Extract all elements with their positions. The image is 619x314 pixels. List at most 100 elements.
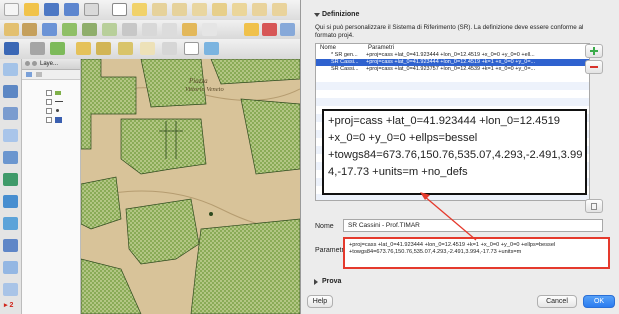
callout-line: +proj=cass +lat_0=41.923444 +lon_0=12.45… xyxy=(328,115,561,127)
crs-row[interactable]: SR Cassi... +proj=cass +lat_0=41.923757 … xyxy=(316,66,589,73)
params-label: Parametri xyxy=(315,247,346,254)
crs-row-params: +proj=cass +lat_0=41.923444 +lon_0=12.45… xyxy=(366,59,536,65)
add-wcs-layer-icon[interactable] xyxy=(3,195,18,208)
callout-line: +towgs84=673.76,150.76,535.07,4.293,-2.4… xyxy=(328,149,583,161)
collapse-triangle-icon[interactable] xyxy=(314,13,320,17)
layer-symbol-icon xyxy=(56,109,59,112)
node-tool-icon[interactable] xyxy=(82,23,97,36)
save-project-icon[interactable] xyxy=(44,3,59,16)
definition-description: Qui si può personalizzare il Sistema di … xyxy=(315,24,584,39)
layer-visibility-checkbox[interactable] xyxy=(46,108,52,114)
save-as-icon[interactable] xyxy=(64,3,79,16)
open-project-icon[interactable] xyxy=(24,3,39,16)
layer-item-1[interactable] xyxy=(42,90,78,98)
map-canvas[interactable]: Piazza Vittorio Veneto xyxy=(81,59,300,314)
crs-row-params: +proj=cass +lat_0=41.923444 +lon_0=12.45… xyxy=(366,52,535,58)
copy-features-icon[interactable] xyxy=(162,23,177,36)
callout-line: +x_0=0 +y_0=0 +ellps=bessel xyxy=(328,132,478,144)
main-toolbar-row-1 xyxy=(0,0,300,21)
add-vector-layer-icon[interactable] xyxy=(3,63,18,76)
new-temporary-layer-icon[interactable] xyxy=(3,283,18,296)
float-panel-icon[interactable] xyxy=(32,61,37,66)
layer-visibility-checkbox[interactable] xyxy=(46,90,52,96)
undo-icon[interactable] xyxy=(202,23,217,36)
zoom-last-icon[interactable] xyxy=(252,3,267,16)
zoom-full-icon[interactable] xyxy=(212,3,227,16)
layer-symbol-icon xyxy=(55,101,63,102)
measure-icon[interactable] xyxy=(162,42,177,55)
expand-triangle-icon[interactable] xyxy=(314,279,318,285)
save-edits-icon[interactable] xyxy=(42,23,57,36)
attribute-table-icon[interactable] xyxy=(118,42,133,55)
crs-row-name: SR Cassi... xyxy=(331,59,359,65)
name-field-value: SR Cassini - Prof.TIMAR xyxy=(348,222,420,229)
crs-row-selected[interactable]: SR Cassi... +proj=cass +lat_0=41.923444 … xyxy=(316,59,589,66)
name-label: Nome xyxy=(315,223,334,230)
label-pin-icon[interactable] xyxy=(262,23,277,36)
move-feature-icon[interactable] xyxy=(102,23,117,36)
callout-line: 4,-17.73 +units=m +no_defs xyxy=(328,166,468,178)
layer-manage-icon[interactable] xyxy=(4,42,19,55)
layer-visibility-checkbox[interactable] xyxy=(46,99,52,105)
name-field[interactable]: SR Cassini - Prof.TIMAR xyxy=(343,219,603,232)
add-wms-layer-icon[interactable] xyxy=(3,173,18,186)
zoom-out-icon[interactable] xyxy=(172,3,187,16)
label-tool-icon[interactable] xyxy=(244,23,259,36)
cut-features-icon[interactable] xyxy=(142,23,157,36)
print-composer-icon[interactable] xyxy=(84,3,99,16)
select-by-value-icon[interactable] xyxy=(96,42,111,55)
layers-panel-header: Laye... xyxy=(22,59,80,70)
delete-selected-icon[interactable] xyxy=(122,23,137,36)
cancel-button[interactable]: Cancel xyxy=(537,295,577,308)
add-raster-layer-icon[interactable] xyxy=(3,85,18,98)
new-shapefile-icon[interactable] xyxy=(3,261,18,274)
remove-crs-icon xyxy=(590,66,598,68)
layer-toolbar-vertical: ▸ 2 xyxy=(0,59,22,314)
crs-row[interactable]: * SR gen... +proj=cass +lat_0=41.923444 … xyxy=(316,52,589,59)
params-field[interactable]: +proj=cass +lat_0=41.923444 +lon_0=12.45… xyxy=(343,237,610,269)
field-calculator-icon[interactable] xyxy=(140,42,155,55)
remove-crs-button[interactable] xyxy=(585,60,603,74)
add-crs-button[interactable] xyxy=(585,44,603,58)
layer-item-4[interactable] xyxy=(42,117,78,125)
pan-to-selection-icon[interactable] xyxy=(132,3,147,16)
bookmark-icon[interactable] xyxy=(204,42,219,55)
map-tips-icon[interactable] xyxy=(184,42,199,55)
toggle-editing-icon[interactable] xyxy=(22,23,37,36)
column-header-params[interactable]: Parametri xyxy=(368,45,394,51)
select-features-icon[interactable] xyxy=(76,42,91,55)
paste-features-icon[interactable] xyxy=(182,23,197,36)
layers-panel-tools xyxy=(22,70,80,80)
filter-icon[interactable] xyxy=(36,72,42,77)
pan-map-icon[interactable] xyxy=(112,3,127,16)
layer-visibility-checkbox[interactable] xyxy=(46,117,52,123)
add-spatialite-layer-icon[interactable] xyxy=(3,129,18,142)
add-layer-icon[interactable] xyxy=(50,42,65,55)
status-badge: ▸ 2 xyxy=(4,302,14,309)
column-header-name[interactable]: Nome xyxy=(320,45,336,51)
add-wfs-layer-icon[interactable] xyxy=(3,217,18,230)
zoom-layer-icon[interactable] xyxy=(232,3,247,16)
label-rotate-icon[interactable] xyxy=(280,23,295,36)
copy-crs-button[interactable] xyxy=(585,199,603,213)
add-delimited-text-icon[interactable] xyxy=(3,239,18,252)
definition-section-title: Definizione xyxy=(322,11,360,18)
zoom-native-icon[interactable] xyxy=(192,3,207,16)
prova-section-title[interactable]: Prova xyxy=(322,278,341,285)
layer-style-icon[interactable] xyxy=(26,72,32,77)
zoom-in-icon[interactable] xyxy=(152,3,167,16)
ok-button[interactable]: OK xyxy=(583,295,615,308)
identify-icon[interactable] xyxy=(30,42,45,55)
help-button[interactable]: Help xyxy=(307,295,333,308)
layer-item-2[interactable] xyxy=(42,99,78,107)
add-postgis-layer-icon[interactable] xyxy=(3,107,18,120)
layer-item-3[interactable] xyxy=(42,108,78,116)
zoom-next-icon[interactable] xyxy=(272,3,287,16)
edit-pencil-icon[interactable] xyxy=(4,23,19,36)
close-panel-icon[interactable] xyxy=(25,61,30,66)
add-feature-icon[interactable] xyxy=(62,23,77,36)
crs-row-params: +proj=cass +lat_0=41.923757 +lon_0=12.45… xyxy=(366,66,536,72)
crs-row-name: * SR gen... xyxy=(331,52,358,58)
new-project-icon[interactable] xyxy=(4,3,19,16)
add-mssql-layer-icon[interactable] xyxy=(3,151,18,164)
